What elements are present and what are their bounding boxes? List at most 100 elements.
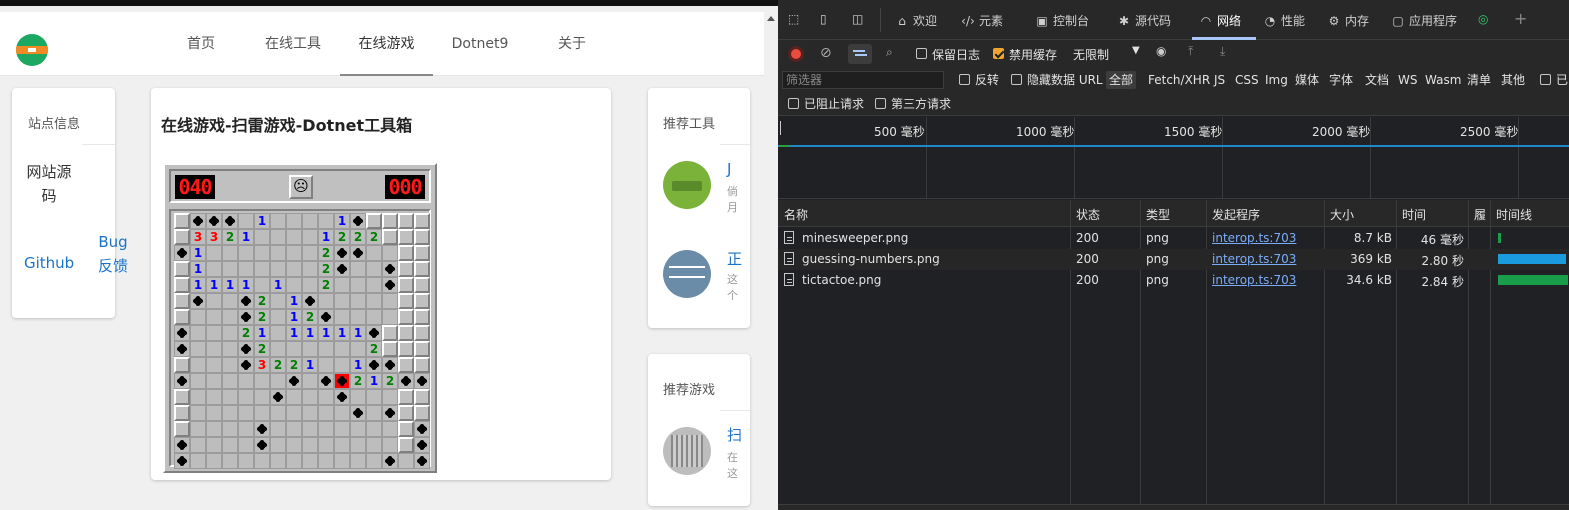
dropdown-arrow-icon[interactable]: ▼ [1132,45,1140,56]
github-link[interactable]: Github [24,254,74,272]
game-thumbnail-1[interactable] [663,427,711,475]
mine-cell-empty[interactable] [318,421,334,437]
mine-cell-mine[interactable] [238,293,254,309]
mine-cell-empty[interactable] [222,261,238,277]
mine-cell-empty[interactable] [334,421,350,437]
mine-cell-number[interactable]: 3 [254,357,270,373]
more-tabs-plus-icon[interactable]: + [1514,9,1527,29]
mine-cell-mine[interactable] [302,293,318,309]
mine-cell-number[interactable]: 2 [302,309,318,325]
mine-cell-empty[interactable] [286,213,302,229]
mine-cell-unopened[interactable] [398,341,414,357]
mine-cell-number[interactable]: 3 [206,229,222,245]
mine-cell-empty[interactable] [318,341,334,357]
mine-cell-empty[interactable] [350,309,366,325]
tab-welcome[interactable]: ⌂ 欢迎 [894,12,937,32]
mine-cell-number[interactable]: 2 [270,357,286,373]
mine-cell-mine[interactable] [334,245,350,261]
mine-cell-empty[interactable] [222,325,238,341]
mine-cell-number[interactable]: 2 [318,245,334,261]
mine-cell-mine[interactable] [398,373,414,389]
tab-memory[interactable]: ⚙ 内存 [1326,12,1369,32]
mine-cell-unopened[interactable] [398,213,414,229]
mine-cell-unopened[interactable] [414,405,430,421]
mine-cell-mine[interactable] [190,293,206,309]
mine-cell-mine[interactable] [334,261,350,277]
mine-cell-empty[interactable] [286,437,302,453]
mine-cell-number[interactable]: 1 [350,357,366,373]
tab-console[interactable]: ▣ 控制台 [1034,12,1089,32]
mine-cell-mine[interactable] [414,437,430,453]
mine-cell-mine[interactable] [382,261,398,277]
mine-cell-empty[interactable] [254,453,270,469]
mine-cell-empty[interactable] [190,341,206,357]
mine-cell-empty[interactable] [254,405,270,421]
mine-cell-unopened[interactable] [382,213,398,229]
mine-cell-number[interactable]: 2 [334,229,350,245]
mine-cell-empty[interactable] [238,389,254,405]
tab-elements[interactable]: ‹/› 元素 [960,12,1003,32]
mine-cell-number[interactable]: 1 [286,309,302,325]
upload-icon[interactable]: ⤒ [1188,44,1193,59]
mine-cell-empty[interactable] [190,421,206,437]
mine-cell-number[interactable]: 2 [222,229,238,245]
mine-cell-empty[interactable] [366,389,382,405]
mine-cell-empty[interactable] [270,453,286,469]
mine-cell-empty[interactable] [270,341,286,357]
mine-cell-empty[interactable] [206,421,222,437]
mine-cell-mine[interactable] [366,357,382,373]
mine-cell-empty[interactable] [270,261,286,277]
mine-cell-empty[interactable] [190,325,206,341]
smiley-face-icon[interactable]: ☹ [289,175,313,199]
mine-cell-empty[interactable] [286,229,302,245]
mine-cell-mine[interactable] [238,309,254,325]
mine-cell-empty[interactable] [334,437,350,453]
mine-cell-number[interactable]: 1 [238,277,254,293]
mine-cell-empty[interactable] [302,405,318,421]
bug-report-link[interactable]: Bug反馈 [96,230,130,278]
search-icon[interactable]: ⌕ [886,45,893,60]
mine-cell-unopened[interactable] [382,229,398,245]
mine-cell-unopened[interactable] [174,293,190,309]
mine-cell-unopened[interactable] [174,261,190,277]
mine-cell-empty[interactable] [206,341,222,357]
mine-cell-empty[interactable] [286,453,302,469]
mine-cell-empty[interactable] [190,373,206,389]
mine-cell-empty[interactable] [302,373,318,389]
mine-cell-empty[interactable] [238,245,254,261]
blocked-requests-checkbox[interactable] [788,98,799,109]
mine-cell-empty[interactable] [334,357,350,373]
mine-cell-empty[interactable] [366,405,382,421]
source-code-link[interactable]: 网站源码 [24,160,74,208]
mine-cell-empty[interactable] [238,405,254,421]
nav-about[interactable]: 关于 [540,32,604,76]
mine-cell-empty[interactable] [334,293,350,309]
mine-cell-number[interactable]: 1 [190,261,206,277]
mine-cell-mine[interactable] [174,245,190,261]
mine-cell-unopened[interactable] [174,389,190,405]
mine-grid[interactable]: 1133211222121211111221212211111122322112… [174,213,430,469]
mine-cell-number[interactable]: 2 [254,309,270,325]
mine-cell-empty[interactable] [286,277,302,293]
mine-cell-unopened[interactable] [174,357,190,373]
mine-cell-empty[interactable] [302,341,318,357]
mine-cell-unopened[interactable] [398,229,414,245]
mine-cell-number[interactable]: 2 [350,373,366,389]
mine-cell-mine[interactable] [238,341,254,357]
mine-cell-mine[interactable] [174,325,190,341]
mine-cell-number[interactable]: 1 [254,325,270,341]
mine-cell-unopened[interactable] [414,213,430,229]
mine-cell-empty[interactable] [206,453,222,469]
mine-cell-empty[interactable] [302,277,318,293]
mine-cell-empty[interactable] [190,389,206,405]
nav-online-games[interactable]: 在线游戏 [340,32,433,76]
mine-cell-empty[interactable] [302,229,318,245]
mine-cell-empty[interactable] [270,245,286,261]
tab-sources[interactable]: ✱ 源代码 [1116,12,1171,32]
mine-cell-unopened[interactable] [398,325,414,341]
mine-cell-empty[interactable] [238,453,254,469]
mine-cell-unopened[interactable] [398,245,414,261]
mine-cell-empty[interactable] [206,293,222,309]
request-initiator-link[interactable]: interop.ts:703 [1212,273,1296,287]
mine-cell-empty[interactable] [190,357,206,373]
